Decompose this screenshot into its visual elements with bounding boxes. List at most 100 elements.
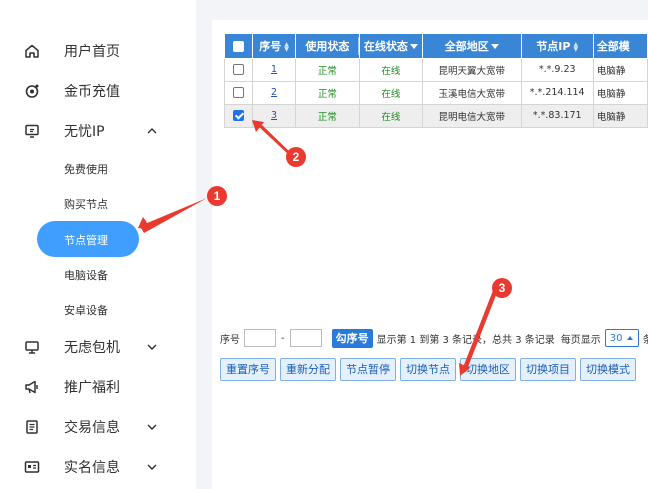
main-top-gap	[196, 0, 648, 20]
sidebar-item-real-name[interactable]: 实名信息	[0, 449, 196, 485]
desktop-icon	[24, 339, 40, 355]
index-from-input[interactable]	[244, 329, 276, 347]
document-icon	[24, 419, 40, 435]
column-header-label: 在线状态	[363, 39, 408, 53]
annotation-marker-3: 3	[492, 278, 512, 298]
per-page-value: 30	[609, 332, 623, 344]
sidebar-subitem-android-devices[interactable]: 安卓设备	[0, 294, 196, 324]
sidebar-subitem-label: 免费使用	[64, 163, 108, 176]
select-all-checkbox[interactable]	[233, 40, 245, 52]
sidebar-subitem-label: 购买节点	[64, 198, 108, 211]
switch-project-button[interactable]: 切换项目	[520, 358, 576, 381]
node-ip-cell: *.*.9.23	[520, 57, 594, 82]
table-row: 2 正常 在线 玉溪电信大宽带 *.*.214.114 电脑静	[223, 80, 648, 105]
pager: 序号 - 勾序号 显示第 1 到第 3 条记录，总共 3 条记录 每页显示 30…	[220, 328, 648, 348]
chevron-down-icon	[147, 464, 157, 470]
column-header-label: 全部地区	[444, 39, 489, 53]
region-cell: 玉溪电信大宽带	[421, 80, 522, 105]
megaphone-icon	[24, 379, 40, 395]
switch-region-button[interactable]: 切换地区	[460, 358, 516, 381]
dropdown-caret-icon	[490, 44, 499, 50]
sidebar-subitem-node-management[interactable]: 节点管理	[37, 221, 139, 257]
online-status-cell: 在线	[358, 103, 423, 128]
main-panel: 序号 ▲ ▼ 使用状态 在线状态 全部地区 节点IP ▲ ▼ 全部模 1 正常 在线 昆…	[212, 20, 648, 489]
sidebar-item-wuyou-ip[interactable]: 无忧IP	[0, 113, 196, 149]
sidebar-item-transactions[interactable]: 交易信息	[0, 409, 196, 445]
sidebar-item-label: 金币充值	[64, 84, 120, 100]
online-status-cell: 在线	[358, 80, 423, 105]
column-header-label: 使用状态	[305, 39, 350, 53]
table-row: 3 正常 在线 昆明电信大宽带 *.*.83.171 电脑静	[223, 103, 648, 128]
per-page-label: 每页显示	[560, 334, 601, 346]
region-cell: 昆明电信大宽带	[421, 103, 522, 128]
sidebar-item-dedicated-machine[interactable]: 无虑包机	[0, 329, 196, 365]
sort-icon: ▲ ▼	[284, 40, 289, 53]
row-checkbox-checked[interactable]	[233, 110, 245, 121]
node-table: 序号 ▲ ▼ 使用状态 在线状态 全部地区 节点IP ▲ ▼ 全部模 1 正常 在线 昆…	[223, 34, 648, 128]
switch-mode-button[interactable]: 切换模式	[580, 358, 636, 381]
switch-node-button[interactable]: 切换节点	[400, 358, 456, 381]
use-status-cell: 正常	[294, 57, 360, 82]
region-cell: 昆明天翼大宽带	[421, 57, 522, 82]
annotation-marker-1: 1	[207, 186, 227, 206]
column-header-online-status[interactable]: 在线状态	[358, 34, 423, 59]
row-checkbox-cell[interactable]	[223, 57, 254, 82]
sidebar-subitem-free-use[interactable]: 免费使用	[0, 153, 196, 183]
select-index-button[interactable]: 勾序号	[331, 328, 373, 348]
sidebar-subitem-label: 电脑设备	[64, 269, 108, 282]
column-header-region-filter[interactable]: 全部地区	[421, 34, 522, 59]
monitor-chat-icon	[24, 123, 40, 139]
node-ip-cell: *.*.83.171	[520, 103, 594, 128]
row-index-link[interactable]: 3	[271, 110, 277, 121]
sidebar-item-label: 无忧IP	[64, 124, 105, 140]
use-status-cell: 正常	[294, 103, 360, 128]
index-to-input[interactable]	[289, 329, 322, 347]
row-checkbox[interactable]	[233, 87, 245, 98]
sidebar-subitem-label: 节点管理	[64, 234, 108, 247]
online-status-cell: 在线	[358, 57, 423, 82]
chevron-down-icon	[147, 344, 157, 350]
row-checkbox[interactable]	[233, 64, 245, 75]
select-all-cell[interactable]	[223, 34, 254, 59]
use-status-cell: 正常	[294, 80, 360, 105]
column-header-node-ip[interactable]: 节点IP ▲ ▼	[520, 34, 594, 59]
caret-up-icon	[626, 336, 633, 340]
sidebar-subitem-label: 安卓设备	[64, 304, 108, 317]
sidebar-item-label: 用户首页	[64, 44, 120, 60]
pager-index-label: 序号	[220, 334, 240, 346]
column-header-label: 全部模	[596, 39, 630, 53]
sidebar-item-label: 交易信息	[64, 420, 120, 436]
sidebar-item-label: 推广福利	[64, 380, 120, 396]
table-row: 1 正常 在线 昆明天翼大宽带 *.*.9.23 电脑静	[223, 57, 648, 82]
chevron-down-icon	[147, 424, 157, 430]
sidebar-subitem-buy-node[interactable]: 购买节点	[0, 188, 196, 218]
mode-cell: 电脑静	[592, 57, 648, 82]
sidebar-item-label: 实名信息	[64, 460, 120, 476]
row-checkbox-cell[interactable]	[223, 103, 254, 128]
sidebar-item-recharge[interactable]: 金币充值	[0, 73, 196, 109]
column-header-index[interactable]: 序号 ▲ ▼	[252, 34, 296, 59]
annotation-marker-2: 2	[286, 147, 306, 167]
column-header-mode-filter[interactable]: 全部模	[592, 34, 648, 59]
sidebar-item-home[interactable]: 用户首页	[0, 33, 196, 69]
pager-dash: -	[281, 332, 285, 344]
row-index-link[interactable]: 2	[271, 87, 277, 98]
home-icon	[24, 43, 40, 59]
per-page-select[interactable]: 30	[604, 329, 639, 347]
pause-node-button[interactable]: 节点暂停	[340, 358, 396, 381]
mode-cell: 电脑静	[592, 103, 648, 128]
reassign-button[interactable]: 重新分配	[280, 358, 336, 381]
sidebar-item-promotion[interactable]: 推广福利	[0, 369, 196, 405]
row-checkbox-cell[interactable]	[223, 80, 254, 105]
chevron-up-icon	[147, 128, 157, 134]
column-header-label: 节点IP	[536, 39, 571, 53]
sidebar-subitem-pc-devices[interactable]: 电脑设备	[0, 259, 196, 289]
sidebar-item-label: 无虑包机	[64, 340, 120, 356]
reset-index-button[interactable]: 重置序号	[220, 358, 276, 381]
per-page-suffix: 条	[642, 334, 648, 346]
column-header-use-status: 使用状态	[294, 34, 360, 59]
id-card-icon	[24, 459, 40, 475]
row-index-link[interactable]: 1	[271, 64, 277, 75]
sidebar: 用户首页 金币充值 无忧IP 免费使用 购买节点 节点管理 电脑设备 安卓设备 …	[0, 0, 196, 489]
column-header-label: 序号	[259, 39, 282, 53]
